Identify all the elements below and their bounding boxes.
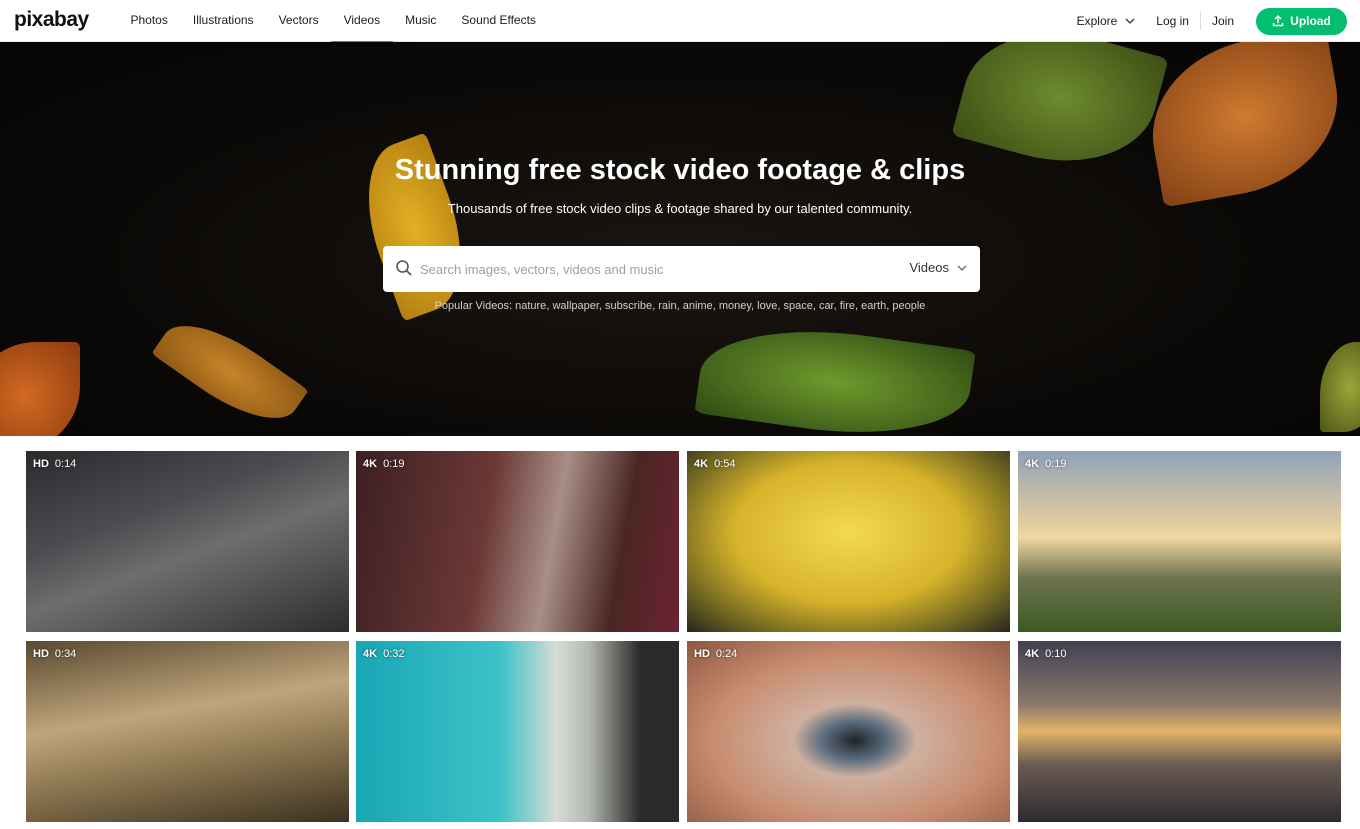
video-quality: 4K (1025, 648, 1040, 660)
video-badge: 4K 0:10 (1025, 648, 1066, 660)
popular-label: Popular Videos: (434, 300, 513, 312)
video-quality: 4K (363, 458, 378, 470)
pixabay-logo[interactable]: pixabay (14, 8, 89, 32)
popular-tag[interactable]: space (783, 300, 812, 312)
search-input[interactable] (420, 259, 880, 279)
popular-tag[interactable]: money (719, 300, 751, 312)
video-card[interactable]: 4K 0:10 (1018, 641, 1341, 822)
join-link[interactable]: Join (1201, 14, 1245, 28)
popular-tag[interactable]: people (892, 300, 925, 312)
video-card[interactable]: HD 0:14 (26, 451, 349, 632)
upload-button[interactable]: Upload (1256, 7, 1347, 35)
chevron-down-icon (957, 265, 967, 271)
hero-subtitle: Thousands of free stock video clips & fo… (447, 201, 913, 216)
popular-tag[interactable]: nature (515, 300, 546, 312)
explore-label: Explore (1076, 14, 1118, 28)
video-duration: 0:54 (714, 458, 736, 470)
video-quality: 4K (1025, 458, 1040, 470)
video-card[interactable]: 4K 0:54 (687, 451, 1010, 632)
video-badge: 4K 0:54 (694, 458, 735, 470)
top-navbar: pixabay Photos Illustrations Vectors Vid… (0, 0, 1360, 43)
nav-sound-effects[interactable]: Sound Effects (449, 0, 549, 42)
hero-banner: Stunning free stock video footage & clip… (0, 42, 1360, 436)
video-duration: 0:32 (383, 648, 405, 660)
popular-tag[interactable]: wallpaper (552, 300, 598, 312)
popular-tag[interactable]: subscribe (605, 300, 652, 312)
video-duration: 0:34 (54, 648, 77, 660)
popular-tag[interactable]: rain (658, 300, 676, 312)
upload-icon (1272, 15, 1284, 27)
popular-tags: Popular Videos: nature, wallpaper, subsc… (434, 300, 926, 312)
video-quality: 4K (363, 648, 378, 660)
nav-videos[interactable]: Videos (331, 0, 394, 43)
hero-title: Stunning free stock video footage & clip… (394, 154, 966, 186)
video-card[interactable]: 4K 0:32 (356, 641, 679, 822)
video-quality: HD (694, 648, 710, 660)
video-quality: 4K (694, 458, 709, 470)
video-badge: 4K 0:32 (363, 648, 404, 660)
login-link[interactable]: Log in (1145, 14, 1200, 28)
chevron-down-icon (1125, 18, 1135, 24)
popular-tag[interactable]: love (757, 300, 777, 312)
main-nav: Photos Illustrations Vectors Videos Musi… (118, 0, 549, 43)
video-duration: 0:19 (1045, 458, 1067, 470)
video-duration: 0:10 (1045, 648, 1067, 660)
upload-label: Upload (1290, 14, 1331, 28)
search-type-dropdown[interactable]: Videos (909, 260, 967, 275)
video-badge: 4K 0:19 (1025, 458, 1066, 470)
video-badge: HD 0:24 (694, 648, 737, 660)
search-bar: Videos (383, 246, 980, 292)
search-type-label: Videos (909, 260, 949, 275)
video-duration: 0:24 (715, 648, 738, 660)
video-grid: HD 0:14 4K 0:19 4K 0:54 4K 0:19 HD 0:34 4K 0:3… (26, 451, 1341, 823)
popular-tag[interactable]: earth (861, 300, 886, 312)
video-card[interactable]: HD 0:34 (26, 641, 349, 822)
nav-photos[interactable]: Photos (118, 0, 180, 42)
search-icon[interactable] (395, 259, 413, 277)
popular-tag[interactable]: anime (683, 300, 713, 312)
video-card[interactable]: 4K 0:19 (1018, 451, 1341, 632)
explore-menu[interactable]: Explore (1067, 14, 1146, 28)
video-duration: 0:14 (54, 458, 77, 470)
nav-vectors[interactable]: Vectors (266, 0, 331, 42)
nav-music[interactable]: Music (393, 0, 449, 42)
video-duration: 0:19 (383, 458, 405, 470)
header-actions: Explore Log in Join Upload (1067, 5, 1347, 37)
video-badge: 4K 0:19 (363, 458, 404, 470)
popular-tag[interactable]: fire (840, 300, 855, 312)
nav-illustrations[interactable]: Illustrations (180, 0, 266, 42)
video-card[interactable]: 4K 0:19 (356, 451, 679, 632)
video-quality: HD (33, 648, 49, 660)
popular-tag[interactable]: car (819, 300, 834, 312)
video-badge: HD 0:14 (33, 458, 76, 470)
video-quality: HD (33, 458, 49, 470)
video-card[interactable]: HD 0:24 (687, 641, 1010, 822)
video-badge: HD 0:34 (33, 648, 76, 660)
